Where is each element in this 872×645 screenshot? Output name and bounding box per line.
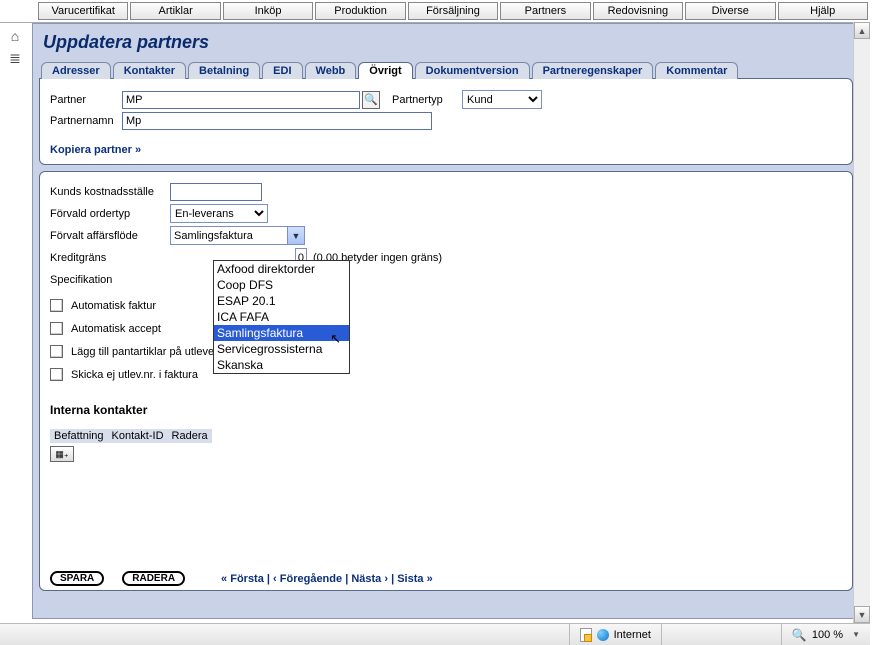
kostnadsstalle-label: Kunds kostnadsställe	[50, 186, 170, 198]
zoom-value: 100 %	[812, 629, 843, 641]
affarsflode-option[interactable]: Coop DFS	[214, 277, 349, 293]
search-icon: 🔍	[364, 93, 378, 106]
specifikation-label: Specifikation	[50, 274, 170, 286]
partnertyp-select[interactable]: Kund	[462, 90, 542, 109]
affarsflode-value: Samlingsfaktura	[171, 230, 287, 242]
partnernamn-label: Partnernamn	[50, 115, 122, 127]
affarsflode-label: Förvalt affärsflöde	[50, 230, 170, 242]
kreditgrans-label: Kreditgräns	[50, 252, 170, 264]
scroll-down-arrow-icon[interactable]: ▼	[854, 606, 870, 623]
tab-ovrigt[interactable]: Övrigt	[358, 62, 412, 79]
record-nav: « Första | ‹ Föregående | Nästa › | Sist…	[221, 573, 433, 585]
nav-first[interactable]: « Första	[221, 573, 264, 585]
kopiera-partner-link[interactable]: Kopiera partner »	[50, 144, 141, 156]
tab-kommentar[interactable]: Kommentar	[655, 62, 738, 79]
top-menu: Varucertifikat Artiklar Inköp Produktion…	[0, 0, 870, 23]
auto-accept-checkbox[interactable]	[50, 322, 63, 335]
page-title: Uppdatera partners	[43, 32, 853, 53]
col-befattning: Befattning	[50, 429, 108, 443]
delete-button[interactable]: RADERA	[122, 571, 185, 586]
nav-last[interactable]: Sista »	[397, 573, 432, 585]
affarsflode-option[interactable]: Servicegrossisterna	[214, 341, 349, 357]
scroll-up-arrow-icon[interactable]: ▲	[854, 22, 870, 39]
ordertyp-select[interactable]: En-leverans	[170, 204, 268, 223]
kostnadsstalle-input[interactable]	[170, 183, 262, 201]
menu-produktion[interactable]: Produktion	[315, 2, 405, 20]
tab-dokumentversion[interactable]: Dokumentversion	[415, 62, 530, 79]
zone-label: Internet	[614, 629, 651, 641]
affarsflode-select[interactable]: Samlingsfaktura ▼	[170, 226, 305, 245]
tab-kontakter[interactable]: Kontakter	[113, 62, 186, 79]
partner-panel: Partner 🔍 Partnertyp Kund Partnernamn Ko…	[39, 78, 853, 165]
globe-icon	[597, 629, 609, 641]
menu-redovisning[interactable]: Redovisning	[593, 2, 683, 20]
zoom-icon: 🔍	[792, 628, 807, 642]
tab-webb[interactable]: Webb	[305, 62, 357, 79]
pantartiklar-checkbox[interactable]	[50, 345, 63, 358]
tab-edi[interactable]: EDI	[262, 62, 302, 79]
nav-next[interactable]: Nästa ›	[351, 573, 388, 585]
affarsflode-dropdown[interactable]: Axfood direktorder Coop DFS ESAP 20.1 IC…	[213, 260, 350, 374]
col-kontaktid: Kontakt-ID	[108, 429, 168, 443]
auto-faktur-checkbox[interactable]	[50, 299, 63, 312]
menu-artiklar[interactable]: Artiklar	[130, 2, 220, 20]
partner-input[interactable]	[122, 91, 360, 109]
affarsflode-option-selected[interactable]: Samlingsfaktura	[214, 325, 349, 341]
menu-forsaljning[interactable]: Försäljning	[408, 2, 498, 20]
interna-kontakter-heading: Interna kontakter	[50, 403, 842, 417]
tab-strip: Adresser Kontakter Betalning EDI Webb Öv…	[41, 61, 853, 78]
status-bar: Internet 🔍 100 % ▼	[0, 623, 870, 645]
settings-panel: Kunds kostnadsställe Förvald ordertyp En…	[39, 171, 853, 591]
col-radera: Radera	[168, 429, 212, 443]
scrollbar-track[interactable]	[854, 39, 870, 606]
skicka-ej-label: Skicka ej utlev.nr. i faktura	[71, 369, 198, 381]
menu-partners[interactable]: Partners	[500, 2, 590, 20]
status-spacer	[661, 624, 781, 645]
auto-accept-label: Automatisk accept	[71, 323, 161, 335]
partner-search-button[interactable]: 🔍	[362, 91, 380, 109]
menu-diverse[interactable]: Diverse	[685, 2, 775, 20]
main-area: Uppdatera partners Adresser Kontakter Be…	[32, 23, 860, 619]
add-row-button[interactable]: ▦₊	[50, 446, 74, 462]
skicka-ej-checkbox[interactable]	[50, 368, 63, 381]
affarsflode-option[interactable]: Axfood direktorder	[214, 261, 349, 277]
tab-adresser[interactable]: Adresser	[41, 62, 111, 79]
save-button[interactable]: SPARA	[50, 571, 104, 586]
page-icon	[580, 628, 592, 642]
left-column: ⌂ ≣	[0, 22, 30, 73]
chevron-down-icon: ▼	[852, 630, 860, 639]
tab-betalning[interactable]: Betalning	[188, 62, 260, 79]
nav-prev[interactable]: ‹ Föregående	[273, 573, 342, 585]
contacts-table-header: BefattningKontakt-IDRadera	[50, 429, 842, 443]
partnernamn-input[interactable]	[122, 112, 432, 130]
vertical-scrollbar[interactable]: ▲ ▼	[853, 22, 870, 623]
menu-hjalp[interactable]: Hjälp	[778, 2, 868, 20]
affarsflode-option[interactable]: ICA FAFA	[214, 309, 349, 325]
chevron-down-icon: ▼	[287, 227, 304, 244]
action-bar: SPARA RADERA « Första | ‹ Föregående | N…	[50, 571, 842, 586]
pantartiklar-label: Lägg till pantartiklar på utleverans	[71, 346, 235, 358]
affarsflode-option[interactable]: Skanska	[214, 357, 349, 373]
list-icon[interactable]: ≣	[0, 50, 30, 67]
ordertyp-label: Förvald ordertyp	[50, 208, 170, 220]
add-row-icon: ▦₊	[55, 449, 68, 460]
security-zone[interactable]: Internet	[569, 624, 661, 645]
home-icon[interactable]: ⌂	[0, 28, 30, 44]
affarsflode-option[interactable]: ESAP 20.1	[214, 293, 349, 309]
auto-faktur-label: Automatisk faktur	[71, 300, 156, 312]
tab-partneregenskaper[interactable]: Partneregenskaper	[532, 62, 654, 79]
menu-inkop[interactable]: Inköp	[223, 2, 313, 20]
partner-label: Partner	[50, 94, 122, 106]
zoom-control[interactable]: 🔍 100 % ▼	[781, 624, 870, 645]
menu-varucertifikat[interactable]: Varucertifikat	[38, 2, 128, 20]
partnertyp-label: Partnertyp	[392, 94, 462, 106]
